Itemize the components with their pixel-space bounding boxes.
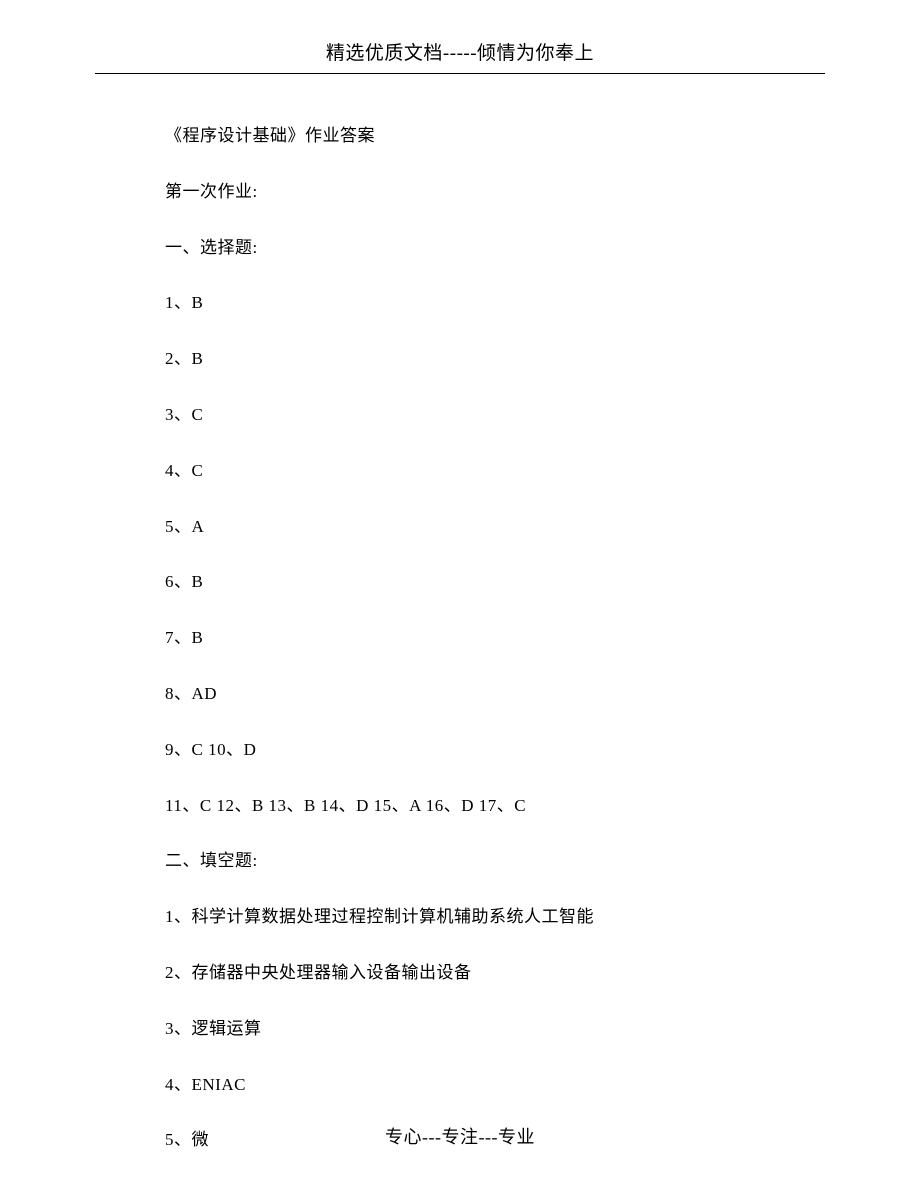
page-header: 精选优质文档-----倾情为你奉上 [95,38,825,74]
content-line: 7、B [165,626,755,650]
document-page: 精选优质文档-----倾情为你奉上 《程序设计基础》作业答案 第一次作业: 一、… [0,0,920,1191]
content-line: 9、C 10、D [165,738,755,762]
content-line: 11、C 12、B 13、B 14、D 15、A 16、D 17、C [165,794,755,818]
content-line: 4、ENIAC [165,1073,755,1097]
content-line: 2、存储器中央处理器输入设备输出设备 [165,961,755,985]
content-line: 1、B [165,291,755,315]
content-line: 《程序设计基础》作业答案 [165,124,755,148]
content-line: 1、科学计算数据处理过程控制计算机辅助系统人工智能 [165,905,755,929]
content-line: 二、填空题: [165,849,755,873]
content-line: 一、选择题: [165,236,755,260]
document-content: 《程序设计基础》作业答案 第一次作业: 一、选择题: 1、B 2、B 3、C 4… [95,74,825,1152]
content-line: 3、逻辑运算 [165,1017,755,1041]
content-line: 8、AD [165,682,755,706]
content-line: 5、A [165,515,755,539]
content-line: 6、B [165,570,755,594]
content-line: 2、B [165,347,755,371]
content-line: 3、C [165,403,755,427]
content-line: 4、C [165,459,755,483]
page-footer: 专心---专注---专业 [0,1123,920,1149]
content-line: 第一次作业: [165,180,755,204]
